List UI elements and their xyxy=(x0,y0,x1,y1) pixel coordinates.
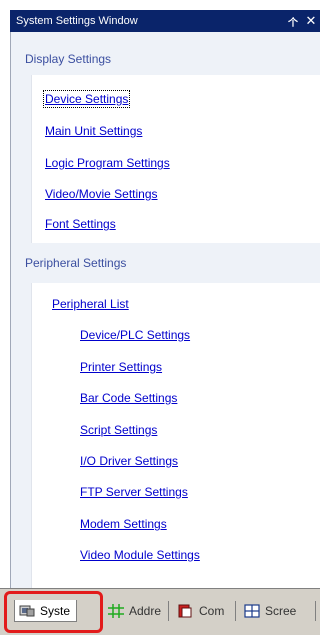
modem-settings-link[interactable]: Modem Settings xyxy=(80,517,167,531)
display-settings-header[interactable]: Display Settings xyxy=(25,52,111,66)
peripheral-settings-box: Peripheral List Device/PLC Settings Prin… xyxy=(31,283,320,588)
window-title: System Settings Window xyxy=(16,15,138,27)
pin-icon[interactable]: 个 xyxy=(286,14,300,29)
font-settings-link[interactable]: Font Settings xyxy=(45,217,116,231)
bottom-tab-strip: Syste Addre Com Scree xyxy=(0,588,320,635)
tab-screen-list[interactable]: Scree xyxy=(244,600,296,622)
settings-panel: Display Settings Device Settings Main Un… xyxy=(10,32,320,588)
system-settings-icon xyxy=(19,605,35,616)
tab-address[interactable]: Addre xyxy=(108,600,161,622)
system-settings-window: System Settings Window 个 ✕ Display Setti… xyxy=(0,0,320,635)
device-settings-link[interactable]: Device Settings xyxy=(42,90,131,108)
device-plc-settings-link[interactable]: Device/PLC Settings xyxy=(80,328,190,342)
io-driver-settings-link[interactable]: I/O Driver Settings xyxy=(80,454,178,468)
main-unit-settings-link[interactable]: Main Unit Settings xyxy=(45,124,142,138)
screen-list-icon xyxy=(244,604,260,618)
tab-separator xyxy=(235,601,236,621)
tab-label: Scree xyxy=(265,604,297,618)
ftp-server-settings-link[interactable]: FTP Server Settings xyxy=(80,485,188,499)
tab-label: Addre xyxy=(129,604,162,618)
tab-separator xyxy=(315,601,316,621)
peripheral-list-link[interactable]: Peripheral List xyxy=(52,297,129,311)
bar-code-settings-link[interactable]: Bar Code Settings xyxy=(80,391,177,405)
display-settings-box: Device Settings Main Unit Settings Logic… xyxy=(31,75,320,243)
printer-settings-link[interactable]: Printer Settings xyxy=(80,360,162,374)
peripheral-settings-header[interactable]: Peripheral Settings xyxy=(25,256,126,270)
tab-common-settings[interactable]: Com xyxy=(178,600,224,622)
tab-system-settings[interactable]: Syste xyxy=(14,600,78,622)
video-movie-settings-link[interactable]: Video/Movie Settings xyxy=(45,187,158,201)
video-module-settings-link[interactable]: Video Module Settings xyxy=(80,548,200,562)
logic-program-settings-link[interactable]: Logic Program Settings xyxy=(45,156,170,170)
script-settings-link[interactable]: Script Settings xyxy=(80,423,157,437)
close-icon[interactable]: ✕ xyxy=(304,13,318,29)
address-grid-icon xyxy=(108,604,124,618)
tab-separator xyxy=(168,601,169,621)
tab-label: Com xyxy=(199,604,225,618)
tab-label: Syste xyxy=(40,603,71,618)
common-settings-icon xyxy=(178,604,192,618)
title-bar[interactable]: System Settings Window 个 ✕ xyxy=(10,10,320,32)
